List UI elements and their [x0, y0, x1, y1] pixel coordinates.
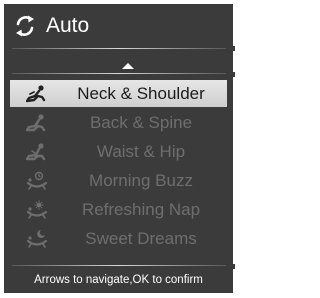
morning-buzz-icon	[26, 171, 48, 190]
edge-tick	[233, 46, 235, 51]
list-item-morning-buzz[interactable]: Morning Buzz	[10, 167, 227, 194]
list-item-refreshing-nap[interactable]: Refreshing Nap	[10, 196, 227, 223]
item-label: Waist & Hip	[96, 142, 186, 161]
edge-tick	[233, 264, 235, 269]
list-item-waist-hip[interactable]: Waist & Hip	[10, 138, 227, 165]
list-item-neck-shoulder[interactable]: Neck & Shoulder	[10, 80, 227, 107]
menu-top-divider	[12, 73, 226, 74]
edge-tick	[233, 72, 235, 77]
sweet-dreams-icon	[26, 230, 48, 248]
refreshing-nap-icon	[26, 200, 48, 219]
waist-hip-massage-icon	[26, 143, 46, 161]
item-label: Refreshing Nap	[81, 200, 201, 219]
item-label: Morning Buzz	[89, 171, 193, 190]
auto-mode-menu-panel: Auto Neck & Shoulder Back & Spine Waist …	[4, 4, 233, 293]
back-spine-massage-icon	[26, 114, 46, 132]
scroll-up-arrow-icon[interactable]	[122, 63, 134, 69]
list-item-sweet-dreams[interactable]: Sweet Dreams	[10, 225, 227, 252]
item-label: Back & Spine	[89, 113, 193, 132]
menu-title: Auto	[46, 14, 90, 37]
footer-divider	[12, 265, 226, 266]
navigation-hint: Arrows to navigate,OK to confirm	[34, 274, 203, 286]
list-item-back-spine[interactable]: Back & Spine	[10, 109, 227, 136]
neck-shoulder-massage-icon	[26, 85, 46, 103]
menu-header: Auto	[4, 4, 233, 48]
item-label: Neck & Shoulder	[77, 84, 205, 103]
circular-arrows-icon	[16, 15, 34, 37]
header-divider	[12, 48, 226, 49]
item-label: Sweet Dreams	[85, 229, 197, 248]
